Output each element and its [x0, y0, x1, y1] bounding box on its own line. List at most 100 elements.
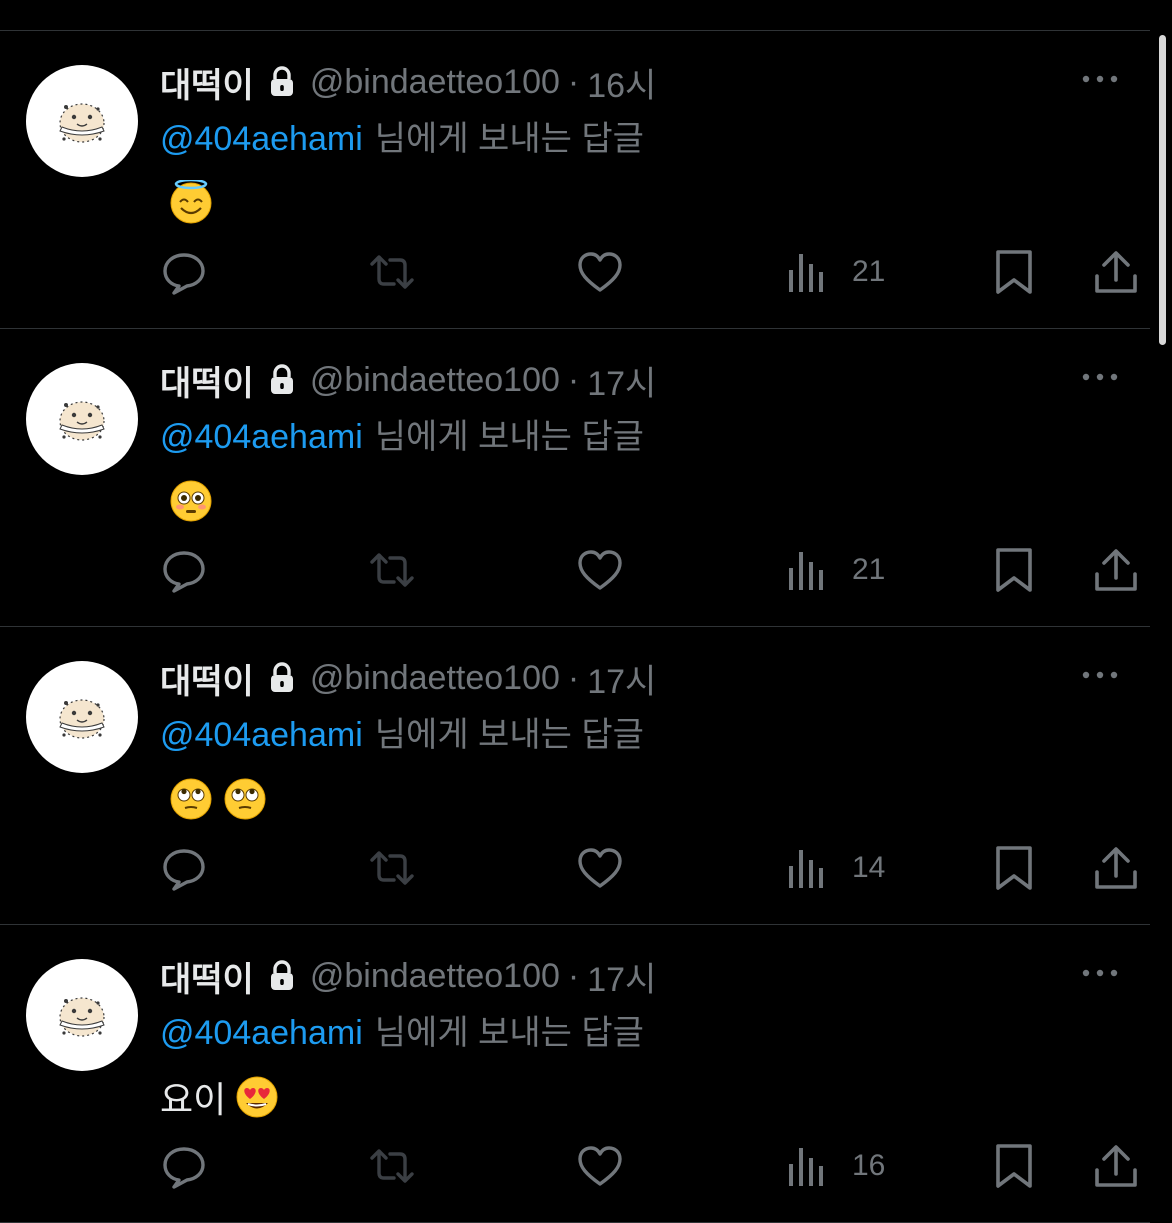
user-handle[interactable]: @bindaetteo100: [310, 361, 560, 400]
scrollbar[interactable]: [1150, 0, 1172, 1200]
reply-button[interactable]: [160, 249, 208, 295]
views-button[interactable]: 21: [786, 547, 885, 593]
reply-bubble-icon: [163, 253, 205, 295]
lock-icon: [270, 364, 293, 394]
share-upload-icon: [1095, 549, 1137, 591]
timestamp[interactable]: 16시: [587, 58, 656, 107]
avatar[interactable]: [26, 661, 138, 773]
bookmark-icon: [996, 1144, 1032, 1188]
action-bar: 21: [0, 541, 1150, 601]
share-upload-icon: [1095, 847, 1137, 889]
bookmark-button[interactable]: [990, 547, 1038, 593]
mention-link[interactable]: @404aehami: [160, 418, 363, 456]
share-button[interactable]: [1092, 845, 1140, 891]
scrollbar-thumb[interactable]: [1159, 35, 1166, 345]
user-handle[interactable]: @bindaetteo100: [310, 63, 560, 102]
reply-label: 님에게 보내는 답글: [374, 716, 644, 754]
tweet-1[interactable]: 대떡이 @bindaetteo100 · 16시 @404aehami 님에게 보…: [0, 31, 1150, 329]
bookmark-button[interactable]: [990, 845, 1038, 891]
like-button[interactable]: [576, 1143, 624, 1189]
avatar[interactable]: [26, 959, 138, 1071]
retweet-button[interactable]: [368, 1143, 416, 1189]
like-button[interactable]: [576, 249, 624, 295]
views-button[interactable]: 14: [786, 845, 885, 891]
share-upload-icon: [1095, 1145, 1137, 1187]
reply-button[interactable]: [160, 1143, 208, 1189]
more-dots-icon[interactable]: [1080, 665, 1120, 685]
reply-button[interactable]: [160, 547, 208, 593]
bookmark-icon: [996, 548, 1032, 592]
display-name[interactable]: 대떡이: [160, 952, 254, 1001]
replying-to: @404aehami 님에게 보내는 답글: [160, 707, 644, 756]
heart-icon: [578, 848, 622, 888]
views-bar-chart-icon: [789, 552, 823, 590]
reply-label: 님에게 보내는 답글: [374, 418, 644, 456]
retweet-button[interactable]: [368, 547, 416, 593]
tweet-3[interactable]: 대떡이 @bindaetteo100 · 17시 @404aehami 님에게 보…: [0, 627, 1150, 925]
separator-dot: ·: [567, 360, 580, 399]
views-button[interactable]: 21: [786, 249, 885, 295]
timestamp[interactable]: 17시: [587, 356, 656, 405]
tweet-2[interactable]: 대떡이 @bindaetteo100 · 17시 @404aehami 님에게 보…: [0, 329, 1150, 627]
tweet-content: 요이: [160, 1073, 280, 1121]
more-dots-icon[interactable]: [1080, 69, 1120, 89]
like-button[interactable]: [576, 547, 624, 593]
timestamp[interactable]: 17시: [587, 952, 656, 1001]
reply-bubble-icon: [163, 551, 205, 593]
heart-icon: [578, 550, 622, 590]
action-bar: 16: [0, 1137, 1150, 1197]
share-upload-icon: [1095, 251, 1137, 293]
emoji-group: [168, 776, 268, 822]
share-button[interactable]: [1092, 547, 1140, 593]
retweet-icon: [370, 255, 414, 289]
replying-to: @404aehami 님에게 보내는 답글: [160, 1005, 644, 1054]
views-bar-chart-icon: [789, 254, 823, 292]
retweet-button[interactable]: [368, 249, 416, 295]
mention-link[interactable]: @404aehami: [160, 1014, 363, 1052]
avatar-character-icon: [59, 103, 105, 143]
retweet-icon: [370, 851, 414, 885]
bookmark-button[interactable]: [990, 249, 1038, 295]
like-button[interactable]: [576, 845, 624, 891]
lock-icon: [270, 662, 293, 692]
user-handle[interactable]: @bindaetteo100: [310, 957, 560, 996]
tweet-content: [160, 179, 214, 227]
display-name[interactable]: 대떡이: [160, 58, 254, 107]
more-dots-icon[interactable]: [1080, 963, 1120, 983]
tweet-header: 대떡이 @bindaetteo100 · 17시: [160, 951, 656, 1001]
avatar[interactable]: [26, 363, 138, 475]
separator-dot: ·: [567, 658, 580, 697]
share-button[interactable]: [1092, 1143, 1140, 1189]
more-dots-icon[interactable]: [1080, 367, 1120, 387]
mention-link[interactable]: @404aehami: [160, 120, 363, 158]
display-name[interactable]: 대떡이: [160, 356, 254, 405]
retweet-button[interactable]: [368, 845, 416, 891]
reply-label: 님에게 보내는 답글: [374, 1014, 644, 1052]
emoji-group: [168, 180, 214, 226]
replying-to: @404aehami 님에게 보내는 답글: [160, 111, 644, 160]
views-button[interactable]: 16: [786, 1143, 885, 1189]
lock-icon: [270, 960, 293, 990]
separator-dot: ·: [567, 956, 580, 995]
share-button[interactable]: [1092, 249, 1140, 295]
avatar-character-icon: [59, 997, 105, 1037]
tweet-header: 대떡이 @bindaetteo100 · 17시: [160, 355, 656, 405]
bookmark-icon: [996, 846, 1032, 890]
reply-bubble-icon: [163, 849, 205, 891]
display-name[interactable]: 대떡이: [160, 654, 254, 703]
tweet-content: [160, 477, 214, 525]
avatar[interactable]: [26, 65, 138, 177]
tweet-4[interactable]: 대떡이 @bindaetteo100 · 17시 @404aehami 님에게 보…: [0, 925, 1150, 1223]
user-handle[interactable]: @bindaetteo100: [310, 659, 560, 698]
emoji-group: [234, 1074, 280, 1120]
timestamp[interactable]: 17시: [587, 654, 656, 703]
retweet-icon: [370, 1149, 414, 1183]
mention-link[interactable]: @404aehami: [160, 716, 363, 754]
reply-label: 님에게 보내는 답글: [374, 120, 644, 158]
avatar-character-icon: [59, 401, 105, 441]
reply-button[interactable]: [160, 845, 208, 891]
bookmark-icon: [996, 250, 1032, 294]
action-bar: 21: [0, 243, 1150, 303]
separator-dot: ·: [567, 62, 580, 101]
bookmark-button[interactable]: [990, 1143, 1038, 1189]
